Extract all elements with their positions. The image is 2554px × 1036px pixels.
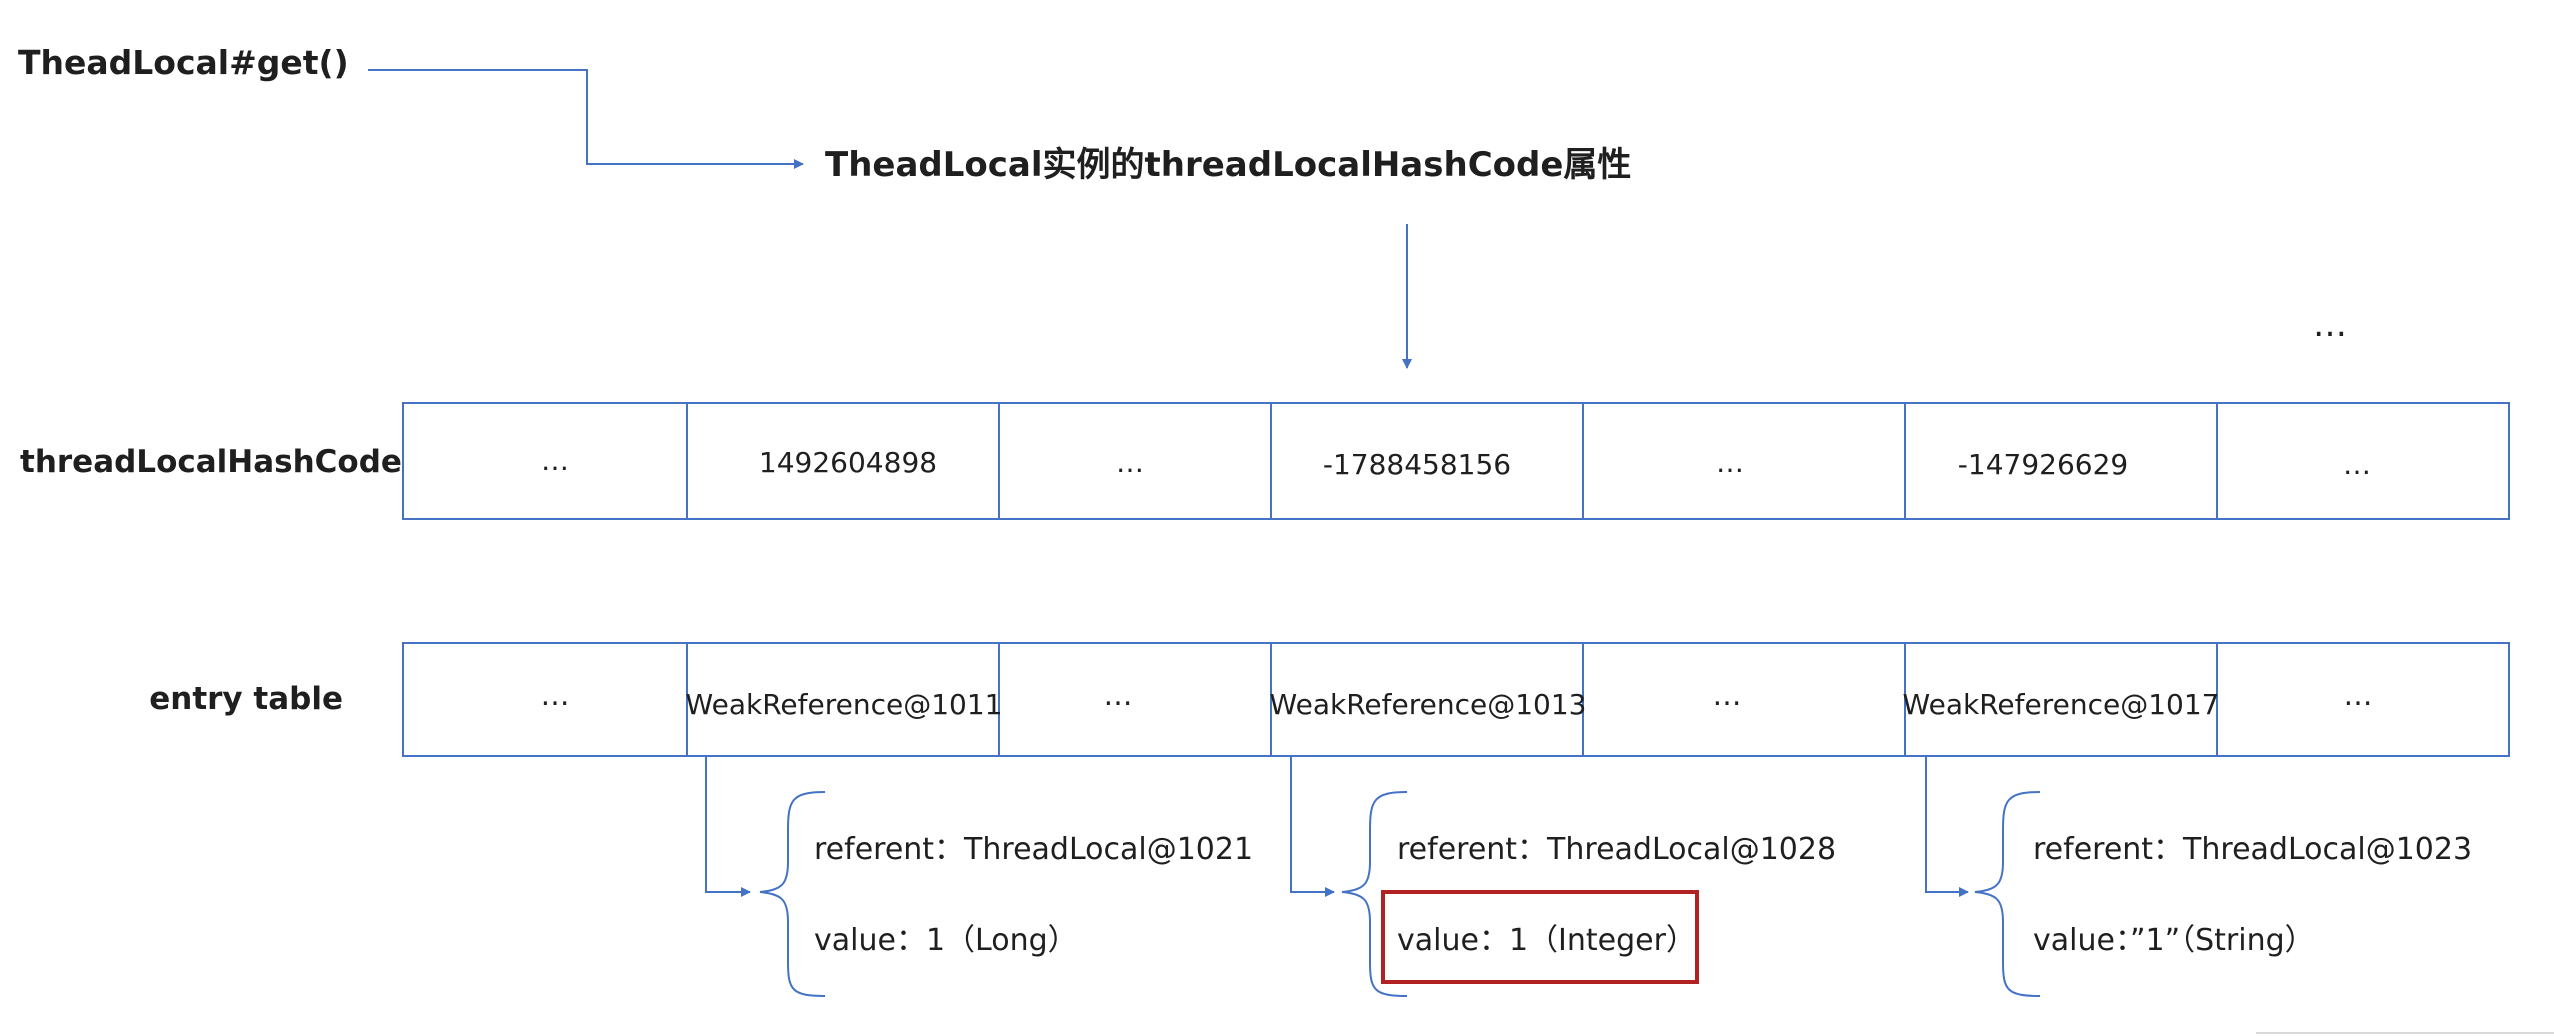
hash-cell: -1788458156 bbox=[1323, 448, 1511, 481]
brace-icon bbox=[759, 791, 826, 997]
entry-row-label: entry table bbox=[149, 681, 343, 717]
hash-cell: … bbox=[1116, 446, 1144, 479]
entry-cell: … bbox=[1713, 678, 1742, 712]
hash-row-label: threadLocalHashCode bbox=[20, 444, 402, 480]
connector-get-to-property bbox=[368, 69, 804, 169]
hash-cell: … bbox=[2343, 448, 2371, 481]
entry-cell: … bbox=[1104, 678, 1133, 712]
entry-cell: WeakReference@1017 bbox=[1903, 688, 2220, 721]
hash-cell: … bbox=[541, 444, 569, 477]
value-text: value：1（Integer） bbox=[1397, 923, 1696, 958]
referent-text: referent：ThreadLocal@1028 bbox=[1397, 832, 1836, 867]
value-text: value：”1”（String） bbox=[2033, 923, 2315, 958]
referent-text: referent：ThreadLocal@1021 bbox=[814, 832, 1253, 867]
referent-text: referent：ThreadLocal@1023 bbox=[2033, 832, 2472, 867]
entry-connector bbox=[705, 756, 751, 897]
entry-connector bbox=[1925, 756, 1969, 897]
method-label: TheadLocal#get() bbox=[18, 43, 349, 82]
overflow-marker: … bbox=[2313, 305, 2347, 345]
entry-cell: WeakReference@1013 bbox=[1270, 688, 1587, 721]
property-label: TheadLocal实例的threadLocalHashCode属性 bbox=[825, 145, 1631, 185]
entry-cell: … bbox=[541, 678, 570, 712]
value-text: value：1（Long） bbox=[814, 923, 1078, 958]
entry-cell: … bbox=[2344, 678, 2373, 712]
threadlocal-get-diagram: TheadLocal#get() TheadLocal实例的threadLoca… bbox=[18, 43, 2554, 1034]
brace-icon bbox=[1974, 791, 2041, 997]
hash-cell: 1492604898 bbox=[759, 446, 937, 479]
hash-cell: … bbox=[1716, 446, 1744, 479]
hash-cell: -147926629 bbox=[1958, 448, 2128, 481]
entry-cell: WeakReference@1011 bbox=[686, 688, 1003, 721]
entry-connector bbox=[1290, 756, 1335, 897]
